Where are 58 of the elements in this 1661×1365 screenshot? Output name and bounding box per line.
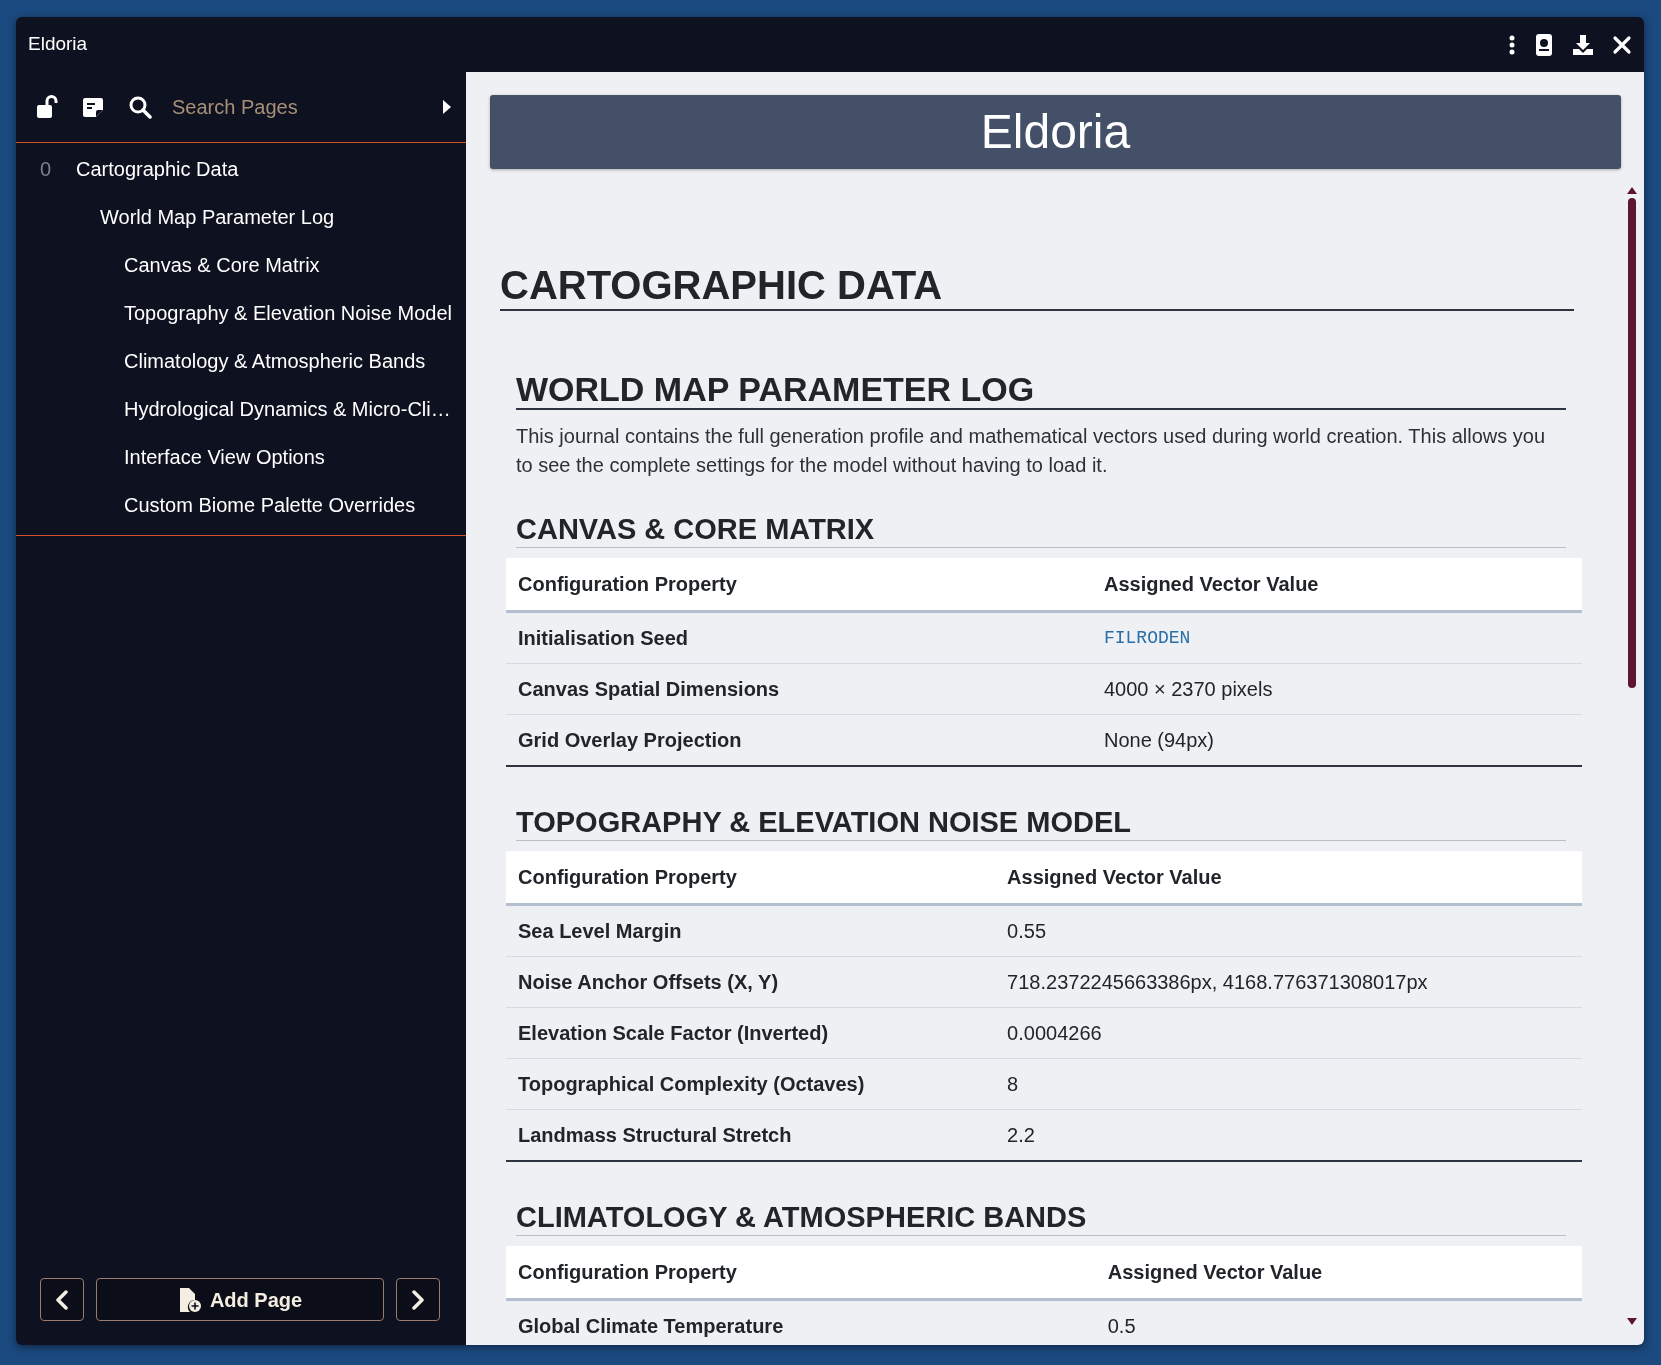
table-cell: None (94px)	[1091, 714, 1582, 767]
add-file-icon	[177, 1286, 202, 1313]
page-banner: Eldoria	[490, 95, 1621, 169]
download-icon[interactable]	[1572, 33, 1594, 56]
tree-item[interactable]: Topography & Elevation Noise Model	[124, 298, 452, 328]
search-icon[interactable]	[128, 95, 152, 119]
intro-paragraph: This journal contains the full generation profile and mathematical vectors used during world creation. This allows you to see the complete settings for the model without having to load it.	[516, 424, 1547, 479]
column-header: Assigned Vector Value	[995, 851, 1582, 905]
table-cell: Grid Overlay Projection	[506, 714, 1092, 767]
table-cell: 0.55	[995, 904, 1582, 957]
tree-item[interactable]: Interface View Options	[124, 442, 325, 472]
tree-item[interactable]: Climatology & Atmospheric Bands	[124, 346, 426, 376]
table-cell: 0.0004266	[995, 1007, 1582, 1059]
table-cell: Global Climate Temperature	[506, 1299, 1096, 1345]
table-cell: Sea Level Margin	[506, 904, 996, 957]
scroll-up-icon[interactable]	[1627, 187, 1637, 194]
table-cell: Landmass Structural Stretch	[506, 1109, 996, 1161]
table-cell: Topographical Complexity (Octaves)	[506, 1058, 996, 1110]
tree-item[interactable]: Cartographic Data	[76, 154, 239, 184]
more-options-icon[interactable]	[1508, 33, 1516, 56]
column-header: Assigned Vector Value	[1095, 1245, 1582, 1300]
add-page-button[interactable]: Add Page	[96, 1278, 384, 1321]
window-title: Eldoria	[28, 32, 88, 57]
previous-page-button[interactable]	[40, 1278, 84, 1321]
tree-item[interactable]: Hydrological Dynamics & Micro-Cli…	[124, 394, 451, 424]
page-heading: CARTOGRAPHIC DATA	[500, 261, 1574, 311]
tree-item[interactable]: World Map Parameter Log	[100, 202, 335, 232]
unlocked-padlock-icon[interactable]	[36, 95, 58, 119]
table-cell: FILRODEN	[1091, 611, 1582, 664]
table-cell: Noise Anchor Offsets (X, Y)	[506, 956, 996, 1008]
table-cell: Elevation Scale Factor (Inverted)	[506, 1007, 996, 1059]
chevron-right-icon	[411, 1289, 425, 1310]
table-cell: 2.2	[995, 1109, 1582, 1161]
column-header: Configuration Property	[506, 558, 1092, 612]
table-cell: Canvas Spatial Dimensions	[506, 663, 1092, 715]
table-cell: 8	[995, 1058, 1582, 1110]
chevron-left-icon	[55, 1289, 69, 1310]
table-cell: 4000 × 2370 pixels	[1091, 663, 1582, 715]
column-header: Assigned Vector Value	[1091, 558, 1582, 612]
subsection-heading: CLIMATOLOGY & ATMOSPHERIC BANDS	[516, 1200, 1566, 1236]
tree-item[interactable]: Custom Biome Palette Overrides	[124, 490, 416, 520]
scroll-down-icon[interactable]	[1627, 1318, 1637, 1325]
item-number: 0	[39, 157, 53, 182]
column-header: Configuration Property	[506, 1245, 1096, 1300]
table-cell: Initialisation Seed	[506, 611, 1092, 664]
subsection-heading: TOPOGRAPHY & ELEVATION NOISE MODEL	[516, 805, 1566, 841]
next-page-button[interactable]	[396, 1278, 440, 1321]
section-heading: WORLD MAP PARAMETER LOG	[516, 371, 1566, 411]
search-field[interactable]: Search Pages	[172, 92, 412, 122]
caret-right-icon[interactable]	[442, 100, 452, 114]
table-cell: 0.5	[1095, 1299, 1582, 1345]
column-header: Configuration Property	[506, 851, 996, 905]
tree-item[interactable]: Canvas & Core Matrix	[124, 250, 320, 280]
close-icon[interactable]	[1612, 34, 1632, 55]
table-cell: 718.2372245663386px, 4168.776371308017px	[995, 956, 1582, 1008]
scrollbar-thumb[interactable]	[1628, 198, 1636, 688]
sticky-note-icon[interactable]	[82, 96, 104, 118]
subsection-heading: CANVAS & CORE MATRIX	[516, 512, 1566, 549]
